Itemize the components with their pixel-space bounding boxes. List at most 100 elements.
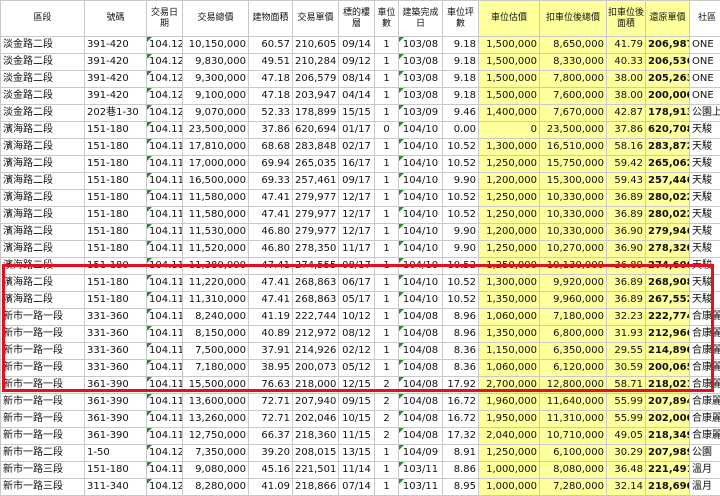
table-cell[interactable]: 淡金路二段 (1, 105, 85, 122)
table-cell[interactable]: 09/15 (339, 394, 375, 411)
table-cell[interactable]: 76.63 (249, 377, 293, 394)
table-cell[interactable]: 214,926 (293, 343, 339, 360)
table-cell[interactable]: ONE (690, 37, 720, 54)
table-cell[interactable]: 279,946 (646, 224, 690, 241)
table-cell[interactable]: 45.16 (249, 462, 293, 479)
table-cell[interactable]: 濱海路二段 (1, 292, 85, 309)
table-cell[interactable]: ONE (690, 71, 720, 88)
table-cell[interactable]: 10,270,000 (540, 241, 607, 258)
table-cell[interactable]: 12/17 (339, 190, 375, 207)
table-cell[interactable]: 36.89 (607, 275, 646, 292)
table-cell[interactable]: 濱海路二段 (1, 207, 85, 224)
table-cell[interactable]: 30.59 (607, 360, 646, 377)
table-cell[interactable]: 淡金路二段 (1, 88, 85, 105)
table-cell[interactable]: 104/10 (399, 292, 443, 309)
table-cell[interactable]: 11,520,000 (183, 241, 249, 258)
table-cell[interactable]: 151-180 (85, 190, 147, 207)
table-cell[interactable]: 新市一路二段 (1, 445, 85, 462)
table-cell[interactable]: 濱海路二段 (1, 122, 85, 139)
table-cell[interactable]: 7,180,000 (540, 309, 607, 326)
table-cell[interactable]: 104.11 (147, 241, 183, 258)
table-cell[interactable]: 361-390 (85, 428, 147, 445)
table-cell[interactable]: 29.55 (607, 343, 646, 360)
table-cell[interactable]: 10.52 (443, 207, 479, 224)
table-cell[interactable]: 淡金路二段 (1, 37, 85, 54)
table-cell[interactable]: 1,250,000 (479, 241, 540, 258)
table-cell[interactable]: 09/17 (339, 173, 375, 190)
table-cell[interactable]: 268,908 (646, 275, 690, 292)
table-cell[interactable]: 合康麗年華 (690, 411, 720, 428)
table-cell[interactable]: 天駿 (690, 275, 720, 292)
table-cell[interactable]: 新市一路一段 (1, 377, 85, 394)
table-cell[interactable]: 10,330,000 (540, 190, 607, 207)
header-cell[interactable]: 交易單價 (293, 1, 339, 37)
table-cell[interactable]: 合康麗年華 (690, 394, 720, 411)
table-cell[interactable]: 1,250,000 (479, 445, 540, 462)
table-cell[interactable]: 200,073 (293, 360, 339, 377)
table-cell[interactable]: 1,500,000 (479, 71, 540, 88)
table-cell[interactable]: 104.11 (147, 411, 183, 428)
table-cell[interactable]: 新市一路三段 (1, 479, 85, 496)
table-cell[interactable]: 1,500,000 (479, 88, 540, 105)
table-cell[interactable]: 178,913 (646, 105, 690, 122)
table-cell[interactable]: 46.80 (249, 224, 293, 241)
table-cell[interactable]: 天駿 (690, 241, 720, 258)
table-cell[interactable]: 10,150,000 (183, 37, 249, 54)
table-cell[interactable]: 天駿 (690, 207, 720, 224)
table-cell[interactable]: 104.12 (147, 54, 183, 71)
table-cell[interactable]: 濱海路二段 (1, 156, 85, 173)
table-cell[interactable]: 1-50 (85, 445, 147, 462)
table-cell[interactable]: 31.93 (607, 326, 646, 343)
table-cell[interactable]: 8.36 (443, 343, 479, 360)
table-cell[interactable]: 200,065 (646, 360, 690, 377)
table-cell[interactable]: 淡金路二段 (1, 54, 85, 71)
table-cell[interactable]: 新市一路一段 (1, 428, 85, 445)
table-cell[interactable]: 天駿 (690, 258, 720, 275)
table-cell[interactable]: 15/15 (339, 105, 375, 122)
table-cell[interactable]: 151-180 (85, 462, 147, 479)
table-cell[interactable]: 1 (375, 258, 399, 275)
table-cell[interactable]: 9,920,000 (540, 275, 607, 292)
table-cell[interactable]: 8.86 (443, 462, 479, 479)
table-cell[interactable]: 1 (375, 445, 399, 462)
table-cell[interactable]: 9.18 (443, 37, 479, 54)
table-cell[interactable]: 1,250,000 (479, 156, 540, 173)
table-cell[interactable]: 278,350 (293, 241, 339, 258)
table-cell[interactable]: 60.57 (249, 37, 293, 54)
table-cell[interactable]: 58.16 (607, 139, 646, 156)
table-cell[interactable]: 283,848 (293, 139, 339, 156)
table-cell[interactable]: 7,180,000 (183, 360, 249, 377)
table-cell[interactable]: 7,600,000 (540, 88, 607, 105)
table-cell[interactable]: 278,320 (646, 241, 690, 258)
table-cell[interactable]: 01/17 (339, 122, 375, 139)
table-cell[interactable]: 1 (375, 343, 399, 360)
table-cell[interactable]: 59.43 (607, 173, 646, 190)
table-cell[interactable]: 103/11 (399, 479, 443, 496)
table-cell[interactable]: 391-420 (85, 54, 147, 71)
table-cell[interactable]: 濱海路二段 (1, 139, 85, 156)
table-cell[interactable]: 8,280,000 (183, 479, 249, 496)
table-cell[interactable]: 151-180 (85, 292, 147, 309)
table-cell[interactable]: 10/12 (339, 309, 375, 326)
table-cell[interactable]: 391-420 (85, 71, 147, 88)
table-cell[interactable]: 391-420 (85, 88, 147, 105)
table-cell[interactable]: 104/08 (399, 326, 443, 343)
table-cell[interactable]: 66.37 (249, 428, 293, 445)
table-cell[interactable]: 47.41 (249, 207, 293, 224)
table-cell[interactable]: 37.86 (249, 122, 293, 139)
table-cell[interactable]: 36.90 (607, 224, 646, 241)
table-cell[interactable]: 08/12 (339, 326, 375, 343)
table-cell[interactable]: 合康麗年華 (690, 377, 720, 394)
table-cell[interactable]: 15,750,000 (540, 156, 607, 173)
table-cell[interactable]: 濱海路二段 (1, 190, 85, 207)
table-cell[interactable]: 06/17 (339, 275, 375, 292)
table-cell[interactable]: 41.09 (249, 479, 293, 496)
table-cell[interactable]: 104.11 (147, 343, 183, 360)
table-cell[interactable]: 9,100,000 (183, 88, 249, 105)
table-cell[interactable]: 103/08 (399, 71, 443, 88)
table-cell[interactable]: 0.00 (443, 122, 479, 139)
table-cell[interactable]: 1,300,000 (479, 275, 540, 292)
table-cell[interactable]: 1 (375, 479, 399, 496)
table-cell[interactable]: 104/08 (399, 411, 443, 428)
table-cell[interactable]: 103/08 (399, 37, 443, 54)
